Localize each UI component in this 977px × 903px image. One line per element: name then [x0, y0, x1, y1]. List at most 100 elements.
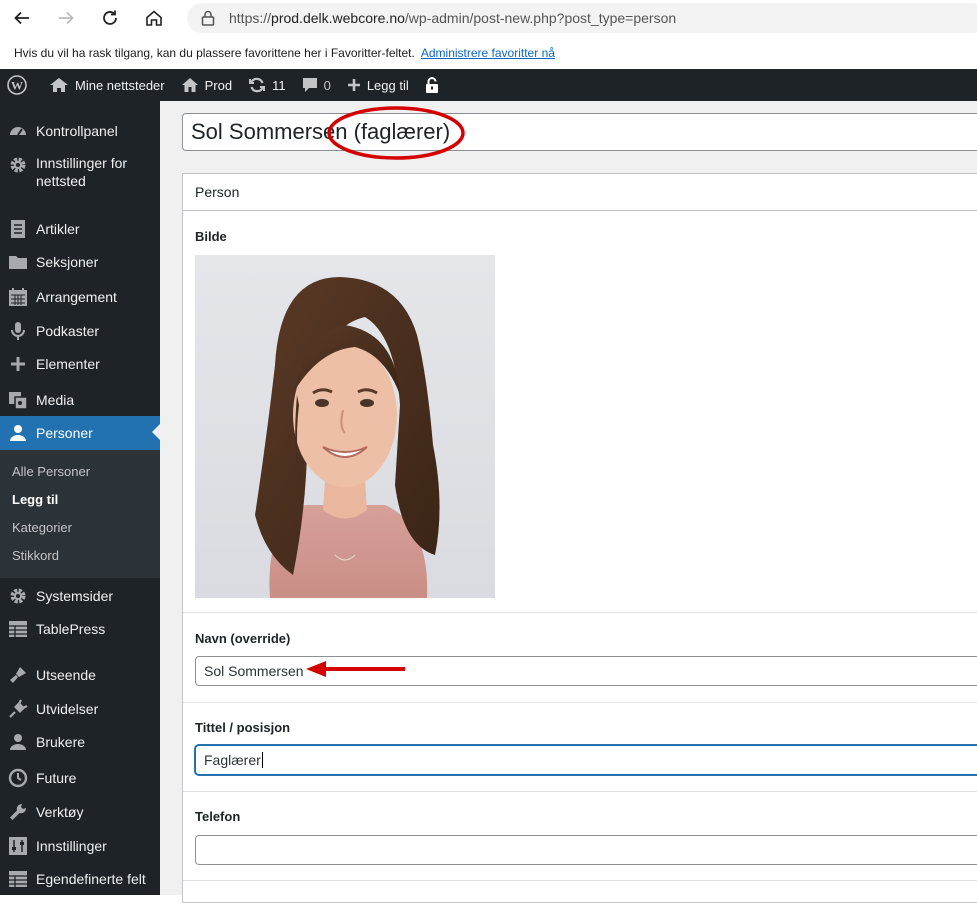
- editor-content: Sol Sommersen (faglærer) Person Bilde Na…: [160, 101, 977, 903]
- home-button[interactable]: [132, 0, 176, 36]
- metabox-title[interactable]: Person: [183, 174, 977, 211]
- microphone-icon: [0, 321, 36, 341]
- svg-text:W: W: [11, 79, 23, 93]
- phone-input[interactable]: [195, 835, 977, 865]
- sidebar-item-tools[interactable]: Verktøy: [0, 802, 160, 822]
- sidebar-item-elements[interactable]: Elementer: [0, 355, 160, 373]
- sidebar-item-users[interactable]: Brukere: [0, 733, 160, 751]
- sidebar-item-appearance[interactable]: Utseende: [0, 665, 160, 685]
- plus-icon: [347, 79, 360, 91]
- sidebar-item-system-pages[interactable]: Systemsider: [0, 586, 160, 606]
- wordpress-logo[interactable]: W: [0, 69, 41, 101]
- wordpress-icon: W: [7, 75, 27, 95]
- browser-toolbar: https://prod.delk.webcore.no/wp-admin/po…: [0, 0, 977, 36]
- folder-icon: [0, 253, 36, 271]
- new-content-label: Legg til: [366, 77, 409, 93]
- url-prefix: https://: [229, 10, 272, 26]
- my-sites-menu[interactable]: Mine nettsteder: [41, 69, 173, 101]
- admin-sidebar: Kontrollpanel Innstillinger for nettsted…: [0, 101, 160, 895]
- sidebar-item-persons[interactable]: Personer: [0, 416, 160, 450]
- sidebar-item-label: Verktøy: [36, 804, 84, 820]
- my-sites-label: Mine nettsteder: [75, 77, 165, 93]
- forward-button[interactable]: [44, 0, 88, 36]
- sidebar-item-settings[interactable]: Innstillinger: [0, 836, 160, 856]
- settings-sliders-icon: [0, 836, 36, 856]
- sidebar-item-site-settings[interactable]: Innstillinger for nettsted: [0, 154, 160, 190]
- name-field-label: Navn (override): [195, 631, 291, 646]
- new-content-menu[interactable]: Legg til: [339, 69, 417, 101]
- unlock-icon: [425, 77, 438, 93]
- table-icon: [0, 620, 36, 638]
- sidebar-item-media[interactable]: Media: [0, 390, 160, 410]
- comment-icon: [302, 78, 317, 92]
- sidebar-item-label: Artikler: [36, 221, 80, 237]
- sidebar-item-label: Utseende: [36, 667, 96, 683]
- post-title-input[interactable]: Sol Sommersen (faglærer): [182, 113, 977, 151]
- sidebar-item-articles[interactable]: Artikler: [0, 219, 160, 239]
- sidebar-item-custom-fields[interactable]: Egendefinerte felt: [0, 870, 160, 888]
- document-icon: [0, 219, 36, 239]
- manage-favorites-link[interactable]: Administrere favoritter nå: [421, 46, 555, 60]
- site-name-menu[interactable]: Prod: [173, 69, 240, 101]
- sidebar-item-label: Brukere: [36, 734, 86, 750]
- submenu-categories[interactable]: Kategorier: [12, 520, 72, 535]
- sidebar-item-label: Personer: [36, 425, 93, 441]
- position-field-label: Tittel / posisjon: [195, 720, 291, 735]
- site-name-label: Prod: [204, 77, 233, 93]
- back-arrow-icon: [14, 11, 29, 25]
- name-override-input[interactable]: Sol Sommersen: [195, 656, 977, 686]
- gear-icon: [0, 154, 36, 175]
- sidebar-item-sections[interactable]: Seksjoner: [0, 253, 160, 271]
- reload-icon: [103, 10, 117, 25]
- users-icon: [0, 733, 36, 751]
- sidebar-item-events[interactable]: Arrangement: [0, 287, 160, 307]
- field-divider: [183, 702, 977, 703]
- sidebar-item-label: Kontrollpanel: [36, 123, 118, 139]
- back-button[interactable]: [0, 0, 44, 36]
- dashboard-icon: [0, 121, 36, 141]
- sidebar-item-label: Innstillinger for nettsted: [36, 155, 128, 189]
- person-photo[interactable]: [195, 255, 495, 598]
- reload-button[interactable]: [88, 0, 132, 36]
- sidebar-item-dashboard[interactable]: Kontrollpanel: [0, 121, 160, 141]
- gear-icon: [0, 586, 36, 606]
- active-menu-pointer: [152, 424, 160, 440]
- updates-menu[interactable]: 11: [240, 69, 294, 101]
- sites-icon: [50, 78, 68, 92]
- portrait-image: [195, 255, 495, 598]
- sidebar-item-podcasts[interactable]: Podkaster: [0, 321, 160, 341]
- position-value: Faglærer: [204, 752, 261, 768]
- admin-bar: W Mine nettsteder Prod 11 0 Legg til: [0, 69, 977, 101]
- sidebar-item-label: Seksjoner: [36, 254, 99, 270]
- lock-icon: [201, 10, 215, 26]
- sidebar-item-label: Innstillinger: [36, 838, 107, 854]
- sidebar-item-label: Elementer: [36, 356, 100, 372]
- field-divider: [183, 612, 977, 613]
- person-metabox: Person Bilde Navn (override) Sol Sommers…: [182, 173, 977, 903]
- unlock-toggle[interactable]: [417, 69, 453, 101]
- text-caret: [261, 752, 263, 768]
- sidebar-item-label: Media: [36, 392, 75, 408]
- plug-icon: [0, 699, 36, 719]
- brush-icon: [0, 665, 36, 685]
- favorites-message: Hvis du vil ha rask tilgang, kan du plas…: [14, 45, 415, 60]
- sidebar-item-label: Future: [36, 770, 77, 786]
- sidebar-item-plugins[interactable]: Utvidelser: [0, 699, 160, 719]
- position-input[interactable]: Faglærer: [195, 745, 977, 775]
- image-field-label: Bilde: [195, 229, 227, 244]
- wrench-icon: [0, 802, 36, 822]
- sidebar-item-tablepress[interactable]: TablePress: [0, 620, 160, 638]
- submenu-all-persons[interactable]: Alle Personer: [12, 464, 90, 479]
- address-bar[interactable]: https://prod.delk.webcore.no/wp-admin/po…: [187, 3, 977, 33]
- phone-field-label: Telefon: [195, 809, 241, 824]
- favorites-bar: Hvis du vil ha rask tilgang, kan du plas…: [0, 36, 977, 69]
- sidebar-item-label: Systemsider: [36, 588, 114, 604]
- submenu-add-new[interactable]: Legg til: [12, 492, 58, 507]
- comments-count: 0: [323, 77, 331, 93]
- submenu-tags[interactable]: Stikkord: [12, 548, 59, 563]
- person-icon: [0, 424, 36, 442]
- comments-menu[interactable]: 0: [294, 69, 339, 101]
- sidebar-item-future[interactable]: Future: [0, 768, 160, 788]
- field-divider: [183, 880, 977, 881]
- plus-icon: [0, 356, 36, 372]
